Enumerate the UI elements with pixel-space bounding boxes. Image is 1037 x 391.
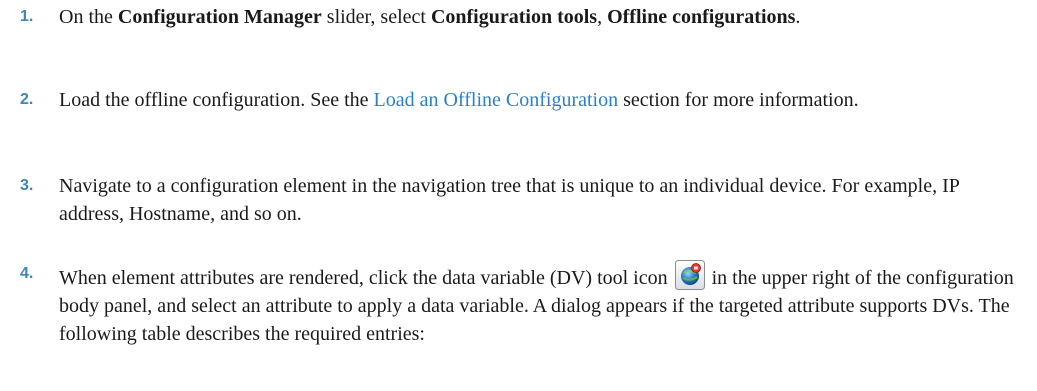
step-number: 2.	[20, 91, 34, 108]
configuration-manager-label: Configuration Manager	[117, 6, 322, 28]
data-variable-tool-icon	[674, 260, 705, 290]
step-number: 1.	[20, 8, 34, 25]
step-text: On the Configuration Manager slider, sel…	[59, 6, 801, 28]
load-offline-configuration-link[interactable]: Load an Offline Configuration	[374, 89, 619, 111]
step-text: Load the offline configuration. See the …	[59, 89, 859, 111]
step-number: 4.	[20, 265, 34, 282]
step-text: Navigate to a configuration element in t…	[59, 175, 960, 225]
step-text: When element attributes are rendered, cl…	[59, 260, 1019, 348]
step-number: 3.	[20, 177, 34, 194]
offline-configurations-label: Offline configurations	[607, 6, 796, 28]
configuration-tools-label: Configuration tools	[430, 6, 598, 28]
